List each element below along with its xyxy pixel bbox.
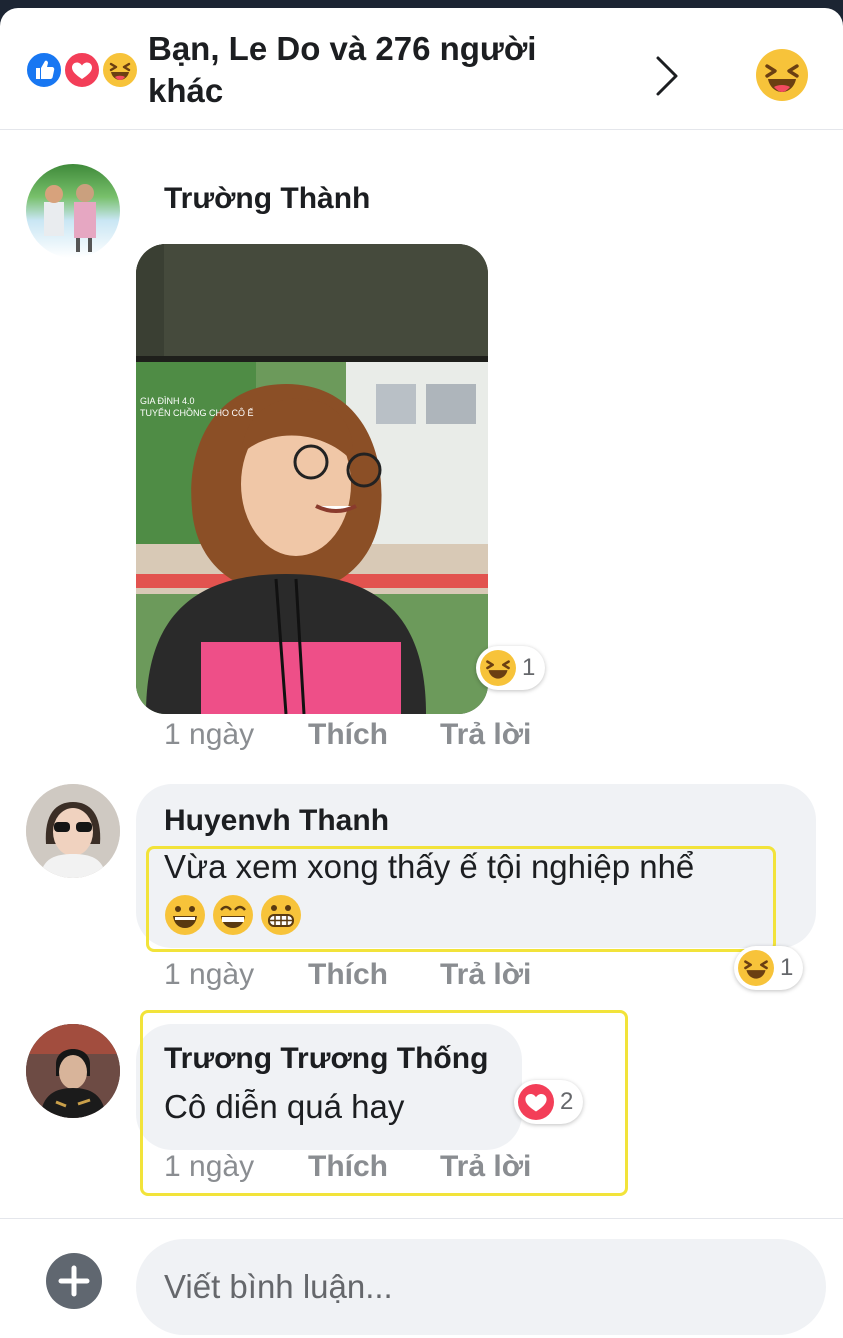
- comment-photo[interactable]: GIA ĐÌNH 4.0 TUYỂN CHỒNG CHO CÔ Ế: [136, 244, 488, 714]
- comment-time: 1 ngày: [164, 958, 255, 991]
- comments-sheet: Bạn, Le Do và 276 người khác Trường Thàn…: [0, 8, 843, 1338]
- chevron-right-icon[interactable]: [648, 52, 684, 100]
- comment-input[interactable]: [136, 1239, 826, 1335]
- reaction-count: 1: [780, 954, 794, 981]
- comment-reaction-count[interactable]: 1: [476, 646, 546, 690]
- highlight-box: [146, 846, 776, 952]
- plus-icon: [58, 1265, 90, 1297]
- avatar[interactable]: [26, 164, 120, 258]
- reactors-summary[interactable]: Bạn, Le Do và 276 người khác: [148, 28, 588, 112]
- haha-icon: [100, 50, 140, 90]
- haha-icon: [738, 950, 774, 986]
- comment-meta: 1 ngày Thích Trả lời: [164, 958, 584, 998]
- highlight-box: [140, 1010, 628, 1196]
- like-icon: [24, 50, 64, 90]
- haha-icon: [480, 650, 516, 686]
- reactions-header[interactable]: Bạn, Le Do và 276 người khác: [0, 8, 843, 130]
- avatar[interactable]: [26, 784, 120, 878]
- avatar[interactable]: [26, 1024, 120, 1118]
- comment-time: 1 ngày: [164, 718, 255, 751]
- photo-caption: GIA ĐÌNH 4.0: [140, 396, 195, 406]
- comment-author[interactable]: Trường Thành: [164, 182, 370, 216]
- comment-meta: 1 ngày Thích Trả lời: [164, 718, 584, 758]
- comment-author[interactable]: Huyenvh Thanh: [164, 804, 389, 838]
- reply-button[interactable]: Trả lời: [440, 958, 531, 992]
- reaction-summary-icons: [24, 50, 144, 90]
- comment-reaction-count[interactable]: 1: [734, 946, 804, 990]
- haha-icon[interactable]: [756, 49, 808, 101]
- add-attachment-button[interactable]: [46, 1253, 102, 1309]
- like-button[interactable]: Thích: [308, 718, 388, 752]
- comment-composer: [0, 1218, 843, 1338]
- photo-caption: TUYỂN CHỒNG CHO CÔ Ế: [140, 407, 254, 418]
- reaction-count: 1: [522, 654, 536, 681]
- reply-button[interactable]: Trả lời: [440, 718, 531, 752]
- love-icon: [62, 50, 102, 90]
- like-button[interactable]: Thích: [308, 958, 388, 992]
